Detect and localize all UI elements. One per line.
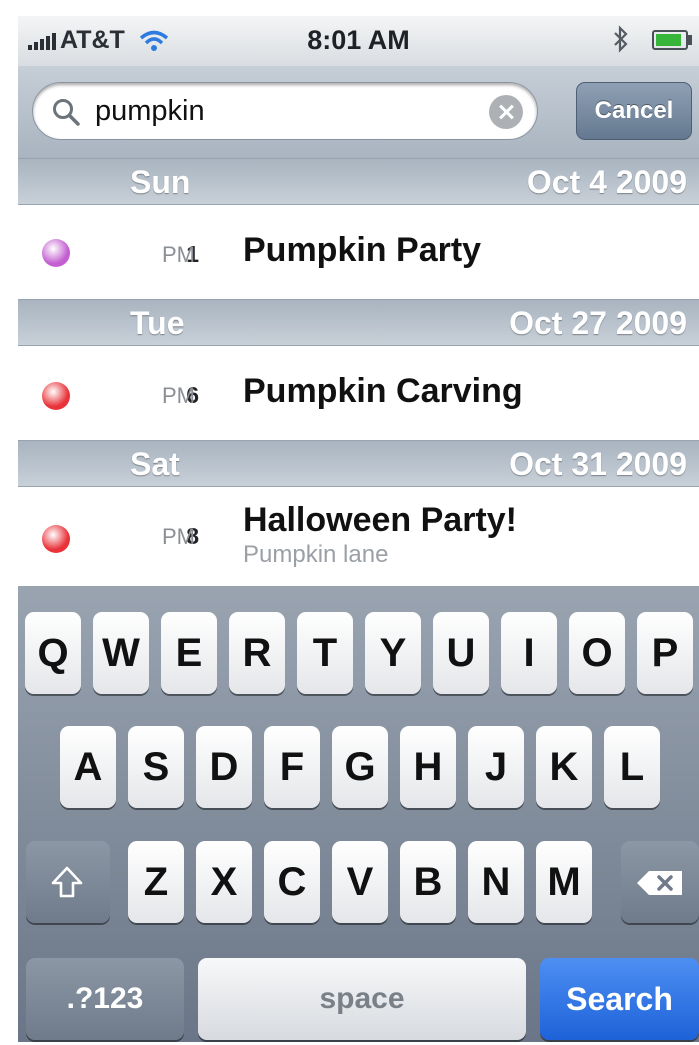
- bluetooth-icon: [614, 25, 628, 53]
- key-b[interactable]: B: [400, 841, 456, 923]
- shift-key[interactable]: [26, 841, 110, 923]
- event-title: Pumpkin Party: [243, 231, 482, 269]
- delete-key[interactable]: [621, 841, 699, 923]
- key-j[interactable]: J: [468, 726, 524, 808]
- search-icon: [53, 99, 80, 126]
- event-ampm: PM: [162, 524, 195, 549]
- event-row[interactable]: 1 PM Pumpkin Party: [18, 205, 699, 299]
- event-title: Pumpkin Carving: [243, 372, 523, 410]
- key-o[interactable]: O: [569, 612, 625, 694]
- day-header: Sun Oct 4 2009: [18, 158, 699, 205]
- phone-screen: AT&T 8:01 AM Cancel: [18, 16, 699, 1042]
- key-w[interactable]: W: [93, 612, 149, 694]
- key-h[interactable]: H: [400, 726, 456, 808]
- shift-arrow-icon: [51, 866, 83, 898]
- clear-search-icon[interactable]: [489, 95, 523, 129]
- event-title: Halloween Party!: [243, 501, 517, 539]
- key-f[interactable]: F: [264, 726, 320, 808]
- search-results-list: Sun Oct 4 2009 1 PM Pumpkin Party Tue Oc…: [18, 158, 699, 577]
- key-l[interactable]: L: [604, 726, 660, 808]
- key-t[interactable]: T: [297, 612, 353, 694]
- day-date: Oct 31 2009: [509, 446, 687, 482]
- battery-icon: [652, 30, 688, 50]
- key-i[interactable]: I: [501, 612, 557, 694]
- keyboard: QWERTYUIOP ASDFGHJKL ZXCVBNM .?123 space…: [18, 586, 699, 1042]
- key-s[interactable]: S: [128, 726, 184, 808]
- key-y[interactable]: Y: [365, 612, 421, 694]
- key-g[interactable]: G: [332, 726, 388, 808]
- day-header: Sat Oct 31 2009: [18, 440, 699, 487]
- day-name: Sun: [130, 164, 191, 200]
- key-x[interactable]: X: [196, 841, 252, 923]
- day-header: Tue Oct 27 2009: [18, 299, 699, 346]
- search-bar: Cancel: [18, 66, 699, 159]
- calendar-color-dot: [42, 525, 70, 553]
- clock: 8:01 AM: [307, 25, 410, 55]
- event-row[interactable]: 6 PM Pumpkin Carving: [18, 346, 699, 440]
- key-v[interactable]: V: [332, 841, 388, 923]
- day-name: Sat: [130, 446, 180, 482]
- key-r[interactable]: R: [229, 612, 285, 694]
- space-key[interactable]: space: [198, 958, 526, 1040]
- battery-tip: [688, 35, 692, 45]
- event-row[interactable]: 8 PM Halloween Party! Pumpkin lane: [18, 487, 699, 577]
- key-n[interactable]: N: [468, 841, 524, 923]
- backspace-icon: [637, 871, 682, 895]
- search-field[interactable]: [32, 82, 538, 140]
- key-z[interactable]: Z: [128, 841, 184, 923]
- key-e[interactable]: E: [161, 612, 217, 694]
- event-location: Pumpkin lane: [243, 541, 389, 568]
- day-name: Tue: [130, 305, 185, 341]
- key-m[interactable]: M: [536, 841, 592, 923]
- key-d[interactable]: D: [196, 726, 252, 808]
- key-k[interactable]: K: [536, 726, 592, 808]
- key-a[interactable]: A: [60, 726, 116, 808]
- event-ampm: PM: [162, 383, 195, 408]
- status-bar: AT&T 8:01 AM: [18, 16, 699, 67]
- battery-level: [656, 34, 681, 46]
- event-ampm: PM: [162, 242, 195, 267]
- calendar-color-dot: [42, 382, 70, 410]
- search-input[interactable]: [95, 93, 495, 129]
- cancel-button[interactable]: Cancel: [576, 82, 692, 140]
- day-date: Oct 4 2009: [526, 164, 687, 200]
- key-c[interactable]: C: [264, 841, 320, 923]
- key-u[interactable]: U: [433, 612, 489, 694]
- search-key[interactable]: Search: [540, 958, 699, 1040]
- key-p[interactable]: P: [637, 612, 693, 694]
- day-date: Oct 27 2009: [509, 305, 687, 341]
- calendar-color-dot: [42, 239, 70, 267]
- numbers-key[interactable]: .?123: [26, 958, 184, 1040]
- key-q[interactable]: Q: [25, 612, 81, 694]
